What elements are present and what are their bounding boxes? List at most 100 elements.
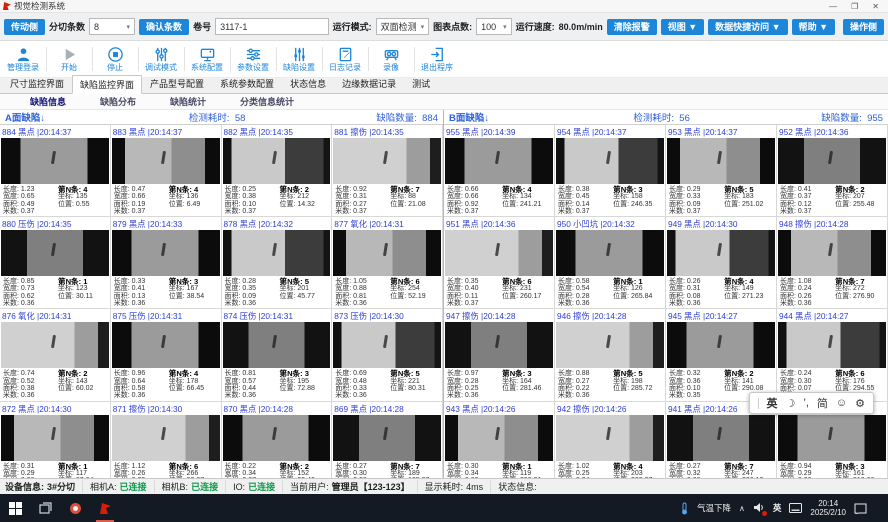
defect-card[interactable]: 952 黑点 |20:14:36长度: 0.41宽度: 0.37面积: 0.12…	[777, 125, 888, 217]
ime-punctuation-toggle[interactable]: ’,	[803, 397, 809, 409]
sub-tab-3[interactable]: 缺陷统计	[170, 95, 206, 108]
defect-image[interactable]	[223, 415, 331, 461]
defect-card[interactable]: 950 小凹坑 |20:14:32长度: 0.58宽度: 0.54面积: 0.2…	[555, 217, 666, 309]
defect-image[interactable]	[1, 138, 109, 184]
defect-card[interactable]: 951 黑点 |20:14:36长度: 0.35宽度: 0.40面积: 0.11…	[444, 217, 555, 309]
inspection-app-taskbar-button[interactable]	[90, 494, 120, 522]
chart-points-select[interactable]: 100▾	[476, 18, 512, 35]
input-language-indicator[interactable]: 英	[773, 502, 782, 514]
defect-card[interactable]: 946 擦伤 |20:14:28长度: 0.88宽度: 0.27面积: 0.22…	[555, 309, 666, 401]
defect-image[interactable]	[445, 322, 553, 368]
defect-image[interactable]	[667, 415, 775, 461]
defect-card[interactable]: 876 氧化 |20:14:31长度: 0.74宽度: 0.52面积: 0.38…	[0, 309, 111, 401]
operator-side-button[interactable]: 操作侧	[843, 19, 884, 35]
defect-card[interactable]: 880 压伤 |20:14:35长度: 0.85宽度: 0.73面积: 0.62…	[0, 217, 111, 309]
ime-moon-icon[interactable]: ☽	[786, 397, 796, 410]
browser-pinned-button[interactable]	[60, 494, 90, 522]
defect-image[interactable]	[333, 415, 441, 461]
defect-image[interactable]	[778, 322, 886, 368]
defect-card[interactable]: 883 黑点 |20:14:37长度: 0.47宽度: 0.66面积: 0.19…	[111, 125, 222, 217]
defect-card[interactable]: 955 黑点 |20:14:39长度: 0.66宽度: 0.66面积: 0.92…	[444, 125, 555, 217]
defect-card[interactable]: 945 黑点 |20:14:27长度: 0.32宽度: 0.36面积: 0.10…	[666, 309, 777, 401]
ime-settings-gear-icon[interactable]: ⚙	[855, 397, 865, 410]
defect-card[interactable]: 875 压伤 |20:14:31长度: 0.96宽度: 0.64面积: 0.58…	[111, 309, 222, 401]
defect-image[interactable]	[1, 415, 109, 461]
defect-image[interactable]	[1, 230, 109, 276]
toolbar-param-setting-button[interactable]: 参数设置	[230, 41, 276, 77]
defect-image[interactable]	[333, 138, 441, 184]
defect-image[interactable]	[333, 230, 441, 276]
start-button[interactable]	[0, 494, 30, 522]
volume-button[interactable]	[753, 502, 765, 515]
ime-language-toggle[interactable]: 英	[767, 395, 778, 411]
toolbar-record-video-button[interactable]: 录像	[368, 41, 414, 77]
view-menu-button[interactable]: 视图 ▼	[661, 19, 704, 35]
defect-card[interactable]: 953 黑点 |20:14:37长度: 0.29宽度: 0.33面积: 0.09…	[666, 125, 777, 217]
defect-image[interactable]	[333, 322, 441, 368]
toolbar-system-config-button[interactable]: 系统配置	[184, 41, 230, 77]
toolbar-stop-button[interactable]: 停止	[92, 41, 138, 77]
defect-image[interactable]	[1, 322, 109, 368]
toolbar-admin-login-button[interactable]: 管理登录	[0, 41, 46, 77]
toolbar-start-button[interactable]: 开始	[46, 41, 92, 77]
close-button[interactable]: ✕	[872, 2, 879, 11]
defect-image[interactable]	[778, 415, 886, 461]
defect-image[interactable]	[223, 138, 331, 184]
maximize-button[interactable]: ❐	[851, 2, 858, 11]
weather-text[interactable]: 气温下降	[697, 502, 731, 514]
tray-expand-chevron-icon[interactable]: ∧	[739, 504, 745, 513]
defect-card[interactable]: 881 擦伤 |20:14:35长度: 0.92宽度: 0.31面积: 0.27…	[332, 125, 443, 217]
ime-emoji-icon[interactable]: ☺	[836, 397, 847, 409]
notification-center-icon[interactable]	[854, 503, 867, 514]
drive-side-button[interactable]: 传动侧	[4, 19, 45, 35]
taskbar-clock[interactable]: 20:14 2025/2/10	[810, 499, 846, 517]
roll-number-input[interactable]: 3117-1	[215, 18, 329, 35]
defect-image[interactable]	[556, 138, 664, 184]
defect-image[interactable]	[112, 415, 220, 461]
defect-card[interactable]: 884 黑点 |20:14:37长度: 1.23宽度: 0.65面积: 0.49…	[0, 125, 111, 217]
defect-image[interactable]	[778, 230, 886, 276]
defect-card[interactable]: 873 压伤 |20:14:30长度: 0.69宽度: 0.48面积: 0.33…	[332, 309, 443, 401]
defect-card[interactable]: 877 氧化 |20:14:31长度: 1.05宽度: 0.88面积: 0.81…	[332, 217, 443, 309]
defect-card[interactable]: 874 压伤 |20:14:31长度: 0.81宽度: 0.57面积: 0.44…	[222, 309, 333, 401]
sub-tab-1[interactable]: 缺陷信息	[30, 95, 66, 108]
panel-title[interactable]: A面缺陷↓	[5, 110, 118, 124]
defect-card[interactable]: 954 黑点 |20:14:37长度: 0.38宽度: 0.45面积: 0.14…	[555, 125, 666, 217]
defect-card[interactable]: 949 黑点 |20:14:30长度: 0.26宽度: 0.31面积: 0.08…	[666, 217, 777, 309]
sub-tab-2[interactable]: 缺陷分布	[100, 95, 136, 108]
sub-tab-4[interactable]: 分类信息统计	[240, 95, 294, 108]
defect-image[interactable]	[445, 230, 553, 276]
clear-alarm-button[interactable]: 清除报警	[607, 19, 657, 35]
defect-card[interactable]: 947 擦伤 |20:14:28长度: 0.97宽度: 0.28面积: 0.25…	[444, 309, 555, 401]
touch-keyboard-icon[interactable]	[789, 503, 802, 513]
defect-image[interactable]	[223, 322, 331, 368]
main-tab-2[interactable]: 缺陷监控界面	[72, 75, 142, 94]
help-menu-button[interactable]: 帮助 ▼	[792, 19, 835, 35]
defect-card[interactable]: 879 黑点 |20:14:33长度: 0.33宽度: 0.41面积: 0.13…	[111, 217, 222, 309]
defect-image[interactable]	[445, 138, 553, 184]
defect-image[interactable]	[556, 230, 664, 276]
defect-image[interactable]	[112, 230, 220, 276]
defect-image[interactable]	[112, 322, 220, 368]
defect-image[interactable]	[556, 415, 664, 461]
slit-count-select[interactable]: 8▾	[89, 18, 135, 35]
data-shortcut-menu-button[interactable]: 数据快捷访问 ▼	[708, 19, 787, 35]
defect-image[interactable]	[223, 230, 331, 276]
run-mode-select[interactable]: 双面检测▾	[376, 18, 430, 35]
toolbar-debug-mode-button[interactable]: 调试模式	[138, 41, 184, 77]
defect-image[interactable]	[667, 230, 775, 276]
defect-image[interactable]	[445, 415, 553, 461]
minimize-button[interactable]: —	[829, 2, 837, 11]
defect-card[interactable]: 944 黑点 |20:14:27长度: 0.24宽度: 0.30面积: 0.07…	[777, 309, 888, 401]
ime-simplified-toggle[interactable]: 简	[817, 395, 828, 411]
defect-image[interactable]	[112, 138, 220, 184]
defect-card[interactable]: 882 黑点 |20:14:35长度: 0.25宽度: 0.38面积: 0.10…	[222, 125, 333, 217]
defect-card[interactable]: 948 擦伤 |20:14:28长度: 1.08宽度: 0.24面积: 0.26…	[777, 217, 888, 309]
thermometer-icon[interactable]	[680, 502, 689, 515]
defect-image[interactable]	[556, 322, 664, 368]
defect-image[interactable]	[778, 138, 886, 184]
defect-card[interactable]: 878 黑点 |20:14:32长度: 0.28宽度: 0.35面积: 0.09…	[222, 217, 333, 309]
toolbar-log-record-button[interactable]: 日志记录	[322, 41, 368, 77]
panel-title[interactable]: B面缺陷↓	[449, 110, 562, 124]
confirm-count-button[interactable]: 确认条数	[139, 19, 189, 35]
